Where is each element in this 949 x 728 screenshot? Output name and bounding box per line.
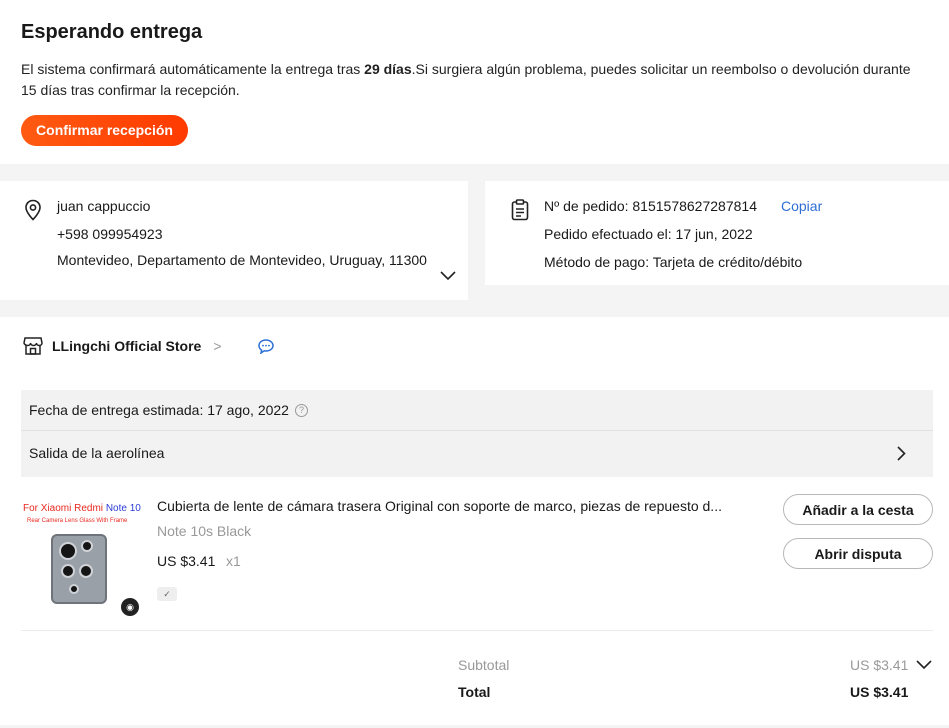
status-title: Esperando entrega [21,21,203,43]
copy-order-link[interactable]: Copiar [781,198,822,214]
shipping-status: Salida de la aerolínea [29,445,165,461]
delivery-estimate: Fecha de entrega estimada: 17 ago, 2022 [29,401,289,418]
divider [21,630,933,631]
total-value: US $3.41 [850,684,909,700]
store-icon [23,337,43,355]
recipient-phone: +598 099954923 [57,226,163,242]
product-item: For Xiaomi Redmi Note 10 Rear Camera Len… [21,494,933,628]
order-info-card: Nº de pedido: 8151578627287814 Copiar Ped… [485,181,949,285]
product-image-caption: For Xiaomi Redmi Note 10 [23,503,141,514]
product-image[interactable]: For Xiaomi Redmi Note 10 Rear Camera Len… [21,496,141,616]
store-header[interactable]: LLingchi Official Store > [23,335,274,357]
payment-method: Método de pago: Tarjeta de crédito/débit… [544,254,803,270]
order-number-row: Nº de pedido: 8151578627287814 Copiar [544,197,949,225]
product-image-subcaption: Rear Camera Lens Glass With Frame [27,518,128,524]
camera-icon[interactable]: ◉ [121,598,139,616]
clipboard-icon [511,199,529,221]
order-number: Nº de pedido: 8151578627287814 [544,198,757,214]
product-quantity: x1 [226,553,241,569]
delivery-info: Fecha de entrega estimada: 17 ago, 2022 … [21,390,933,477]
help-icon[interactable]: ? [294,403,308,417]
chevron-right-icon[interactable] [897,446,906,461]
chat-icon[interactable] [257,338,274,354]
product-title[interactable]: Cubierta de lente de cámara trasera Orig… [157,498,757,514]
store-card: LLingchi Official Store > Fecha de entre… [0,317,949,725]
subtotal-row: Subtotal US $3.41 [458,657,933,673]
shipping-status-row[interactable]: Salida de la aerolínea [21,431,933,476]
order-date: Pedido efectuado el: 17 jun, 2022 [544,226,753,242]
product-image-caption-b: Note 10 [105,503,141,514]
subtotal-value: US $3.41 [850,657,909,673]
status-message: El sistema confirmará automáticamente la… [21,59,921,101]
check-badge-icon: ✓ [157,587,177,601]
recipient-name: juan cappuccio [57,198,151,214]
open-dispute-button[interactable]: Abrir disputa [783,538,933,569]
chevron-down-icon[interactable] [440,271,456,281]
camera-lens-frame-picture [51,534,107,604]
status-message-part1: El sistema confirmará automáticamente la… [21,61,365,77]
store-name[interactable]: LLingchi Official Store [52,338,201,354]
product-image-caption-a: For Xiaomi Redmi [23,503,106,514]
chevron-down-icon[interactable] [916,660,932,670]
delivery-estimate-row: Fecha de entrega estimada: 17 ago, 2022 … [21,390,933,431]
product-variant: Note 10s Black [157,523,252,539]
product-price: US $3.41 [157,553,216,569]
total-row: Total US $3.41 [458,684,933,700]
subtotal-label: Subtotal [458,657,510,673]
confirm-receipt-button[interactable]: Confirmar recepción [21,115,188,146]
recipient-address: Montevideo, Departamento de Montevideo, … [57,252,427,268]
status-card: Esperando entrega El sistema confirmará … [0,0,949,164]
add-to-cart-button[interactable]: Añadir a la cesta [783,494,933,525]
location-pin-icon [25,199,41,221]
chevron-right-icon[interactable]: > [213,338,221,354]
status-days: 29 días [364,61,412,77]
total-label: Total [458,684,491,700]
address-card: juan cappuccio +598 099954923 Montevideo… [0,181,468,300]
